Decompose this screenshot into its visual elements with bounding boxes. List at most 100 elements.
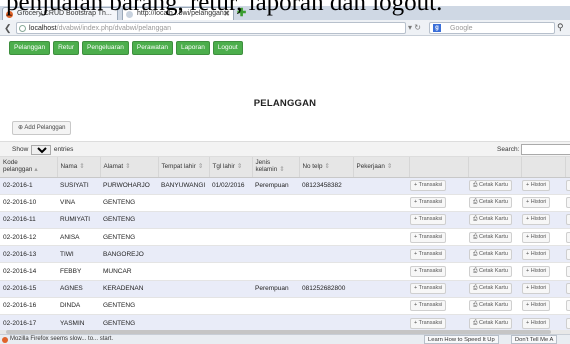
edit-icon[interactable]: ✓ bbox=[566, 300, 570, 312]
table-cell bbox=[299, 262, 353, 281]
histori-button[interactable]: + Histori bbox=[522, 248, 551, 260]
column-header[interactable]: Pekerjaan ⇕ bbox=[353, 157, 410, 178]
edit-icon[interactable]: ✓ bbox=[566, 248, 570, 260]
transaksi-button[interactable]: + Transaksi bbox=[410, 248, 447, 260]
histori-button[interactable]: + Histori bbox=[522, 214, 551, 226]
sort-icon: ⇕ bbox=[125, 162, 131, 170]
table-cell: 02-2016-16 bbox=[0, 297, 57, 316]
transaksi-button[interactable]: + Transaksi bbox=[410, 266, 447, 278]
menu-laporan-button[interactable]: Laporan bbox=[175, 41, 210, 55]
histori-button[interactable]: + Histori bbox=[522, 300, 551, 312]
menu-pengeluaran-button[interactable]: Pengeluaran bbox=[82, 41, 129, 55]
menu-logout-button[interactable]: Logout bbox=[212, 41, 243, 55]
action-cell: ✓ bbox=[565, 211, 570, 230]
action-cell: ✓ bbox=[565, 177, 570, 195]
address-bar[interactable]: localhost/dvabwi/index.php/dvabwi/pelang… bbox=[16, 22, 406, 34]
table-cell: TIWI bbox=[57, 245, 100, 264]
actions-header bbox=[565, 157, 570, 178]
table-cell: VINA bbox=[57, 194, 100, 212]
table-cell bbox=[209, 211, 252, 230]
histori-button[interactable]: + Histori bbox=[522, 231, 551, 243]
add-pelanggan-button[interactable]: ⊕ Add Pelanggan bbox=[12, 121, 72, 135]
table-cell: PURWOHARJO bbox=[100, 177, 158, 195]
column-header[interactable]: Alamat ⇕ bbox=[100, 157, 159, 178]
edit-icon[interactable]: ✓ bbox=[566, 197, 570, 209]
table-cell bbox=[158, 280, 209, 298]
transaksi-button[interactable]: + Transaksi bbox=[410, 180, 447, 192]
action-cell: ⎙ Cetak Kartu bbox=[468, 211, 521, 230]
transaksi-button[interactable]: + Transaksi bbox=[410, 283, 447, 295]
table-cell: 02-2016-13 bbox=[0, 245, 57, 264]
google-icon[interactable]: g bbox=[433, 24, 441, 32]
cetak-kartu-button[interactable]: ⎙ Cetak Kartu bbox=[469, 180, 512, 192]
histori-button[interactable]: + Histori bbox=[522, 266, 551, 278]
column-header[interactable]: Tempat lahir ⇕ bbox=[158, 157, 210, 178]
menu-pelanggan-button[interactable]: Pelanggan bbox=[9, 41, 51, 55]
histori-button[interactable]: + Histori bbox=[522, 180, 551, 192]
table-cell: 08123458382 bbox=[299, 177, 353, 195]
table-row: 02-2016-16 DINDA GENTENG + Transaksi ⎙ Cetak… bbox=[0, 297, 570, 316]
dont-tell-me-button[interactable]: Don't Tell Me A bbox=[511, 335, 558, 344]
reload-icon[interactable]: ▾ ↻ bbox=[408, 23, 421, 32]
table-cell: 02-2016-14 bbox=[0, 262, 57, 281]
edit-icon[interactable]: ✓ bbox=[566, 266, 570, 278]
table-cell bbox=[299, 228, 353, 247]
site-identity-icon[interactable] bbox=[19, 25, 26, 32]
speed-it-up-button[interactable]: Learn How to Speed It Up bbox=[424, 335, 499, 344]
menu-retur-button[interactable]: Retur bbox=[53, 41, 79, 55]
table-cell bbox=[252, 194, 299, 212]
histori-button[interactable]: + Histori bbox=[522, 317, 551, 329]
entries-select[interactable]: 25 bbox=[31, 145, 52, 155]
transaksi-button[interactable]: + Transaksi bbox=[410, 214, 447, 226]
edit-icon[interactable]: ✓ bbox=[566, 283, 570, 295]
table-cell bbox=[252, 297, 299, 316]
table-cell bbox=[299, 297, 353, 316]
column-header[interactable]: Jenis kelamin ⇕ bbox=[252, 157, 300, 178]
column-header[interactable]: Nama ⇕ bbox=[57, 157, 101, 178]
edit-icon[interactable]: ✓ bbox=[566, 231, 570, 243]
column-header[interactable]: Kode pelanggan ▴ bbox=[0, 157, 58, 178]
transaksi-button[interactable]: + Transaksi bbox=[410, 300, 447, 312]
back-arrow-icon[interactable]: ❮ bbox=[4, 22, 16, 34]
table-search-input[interactable] bbox=[521, 144, 570, 155]
action-cell: ✓ bbox=[565, 245, 570, 264]
cetak-kartu-button[interactable]: ⎙ Cetak Kartu bbox=[469, 197, 512, 209]
action-cell: + Transaksi bbox=[409, 262, 468, 281]
table-cell: BANGOREJO bbox=[100, 245, 158, 264]
table-cell bbox=[158, 211, 209, 230]
transaksi-button[interactable]: + Transaksi bbox=[410, 197, 447, 209]
table-cell: GENTENG bbox=[100, 211, 158, 230]
cetak-kartu-button[interactable]: ⎙ Cetak Kartu bbox=[469, 283, 512, 295]
cetak-kartu-button[interactable]: ⎙ Cetak Kartu bbox=[469, 317, 512, 329]
search-engine-input[interactable]: g Google bbox=[429, 22, 555, 34]
cetak-kartu-button[interactable]: ⎙ Cetak Kartu bbox=[469, 266, 512, 278]
table-row: 02-2016-13 TIWI BANGOREJO + Transaksi ⎙ Ceta… bbox=[0, 245, 570, 264]
cetak-kartu-button[interactable]: ⎙ Cetak Kartu bbox=[469, 300, 512, 312]
table-cell: ANISA bbox=[57, 228, 100, 247]
edit-icon[interactable]: ✓ bbox=[566, 317, 570, 329]
transaksi-button[interactable]: + Transaksi bbox=[410, 231, 447, 243]
edit-icon[interactable]: ✓ bbox=[566, 180, 570, 192]
action-cell: + Histori bbox=[521, 177, 565, 195]
menu-perawatan-button[interactable]: Perawatan bbox=[131, 41, 173, 55]
table-cell bbox=[158, 245, 209, 264]
sort-icon: ⇕ bbox=[279, 165, 285, 173]
action-cell: ⎙ Cetak Kartu bbox=[468, 245, 521, 264]
cetak-kartu-button[interactable]: ⎙ Cetak Kartu bbox=[469, 231, 512, 243]
edit-icon[interactable]: ✓ bbox=[566, 214, 570, 226]
cetak-kartu-button[interactable]: ⎙ Cetak Kartu bbox=[469, 214, 512, 226]
cetak-kartu-button[interactable]: ⎙ Cetak Kartu bbox=[469, 248, 512, 260]
action-cell: + Transaksi bbox=[409, 245, 468, 264]
histori-button[interactable]: + Histori bbox=[522, 197, 551, 209]
table-cell: MUNCAR bbox=[100, 262, 158, 281]
table-cell bbox=[252, 245, 299, 264]
search-magnifier-icon[interactable]: ⚲ bbox=[557, 22, 564, 33]
histori-button[interactable]: + Histori bbox=[522, 283, 551, 295]
column-header[interactable]: No telp ⇕ bbox=[299, 157, 354, 178]
table-cell bbox=[209, 297, 252, 316]
table-cell bbox=[299, 194, 353, 212]
table-cell bbox=[299, 245, 353, 264]
table-cell bbox=[158, 262, 209, 281]
transaksi-button[interactable]: + Transaksi bbox=[410, 317, 447, 329]
column-header[interactable]: Tgl lahir ⇕ bbox=[209, 157, 253, 178]
